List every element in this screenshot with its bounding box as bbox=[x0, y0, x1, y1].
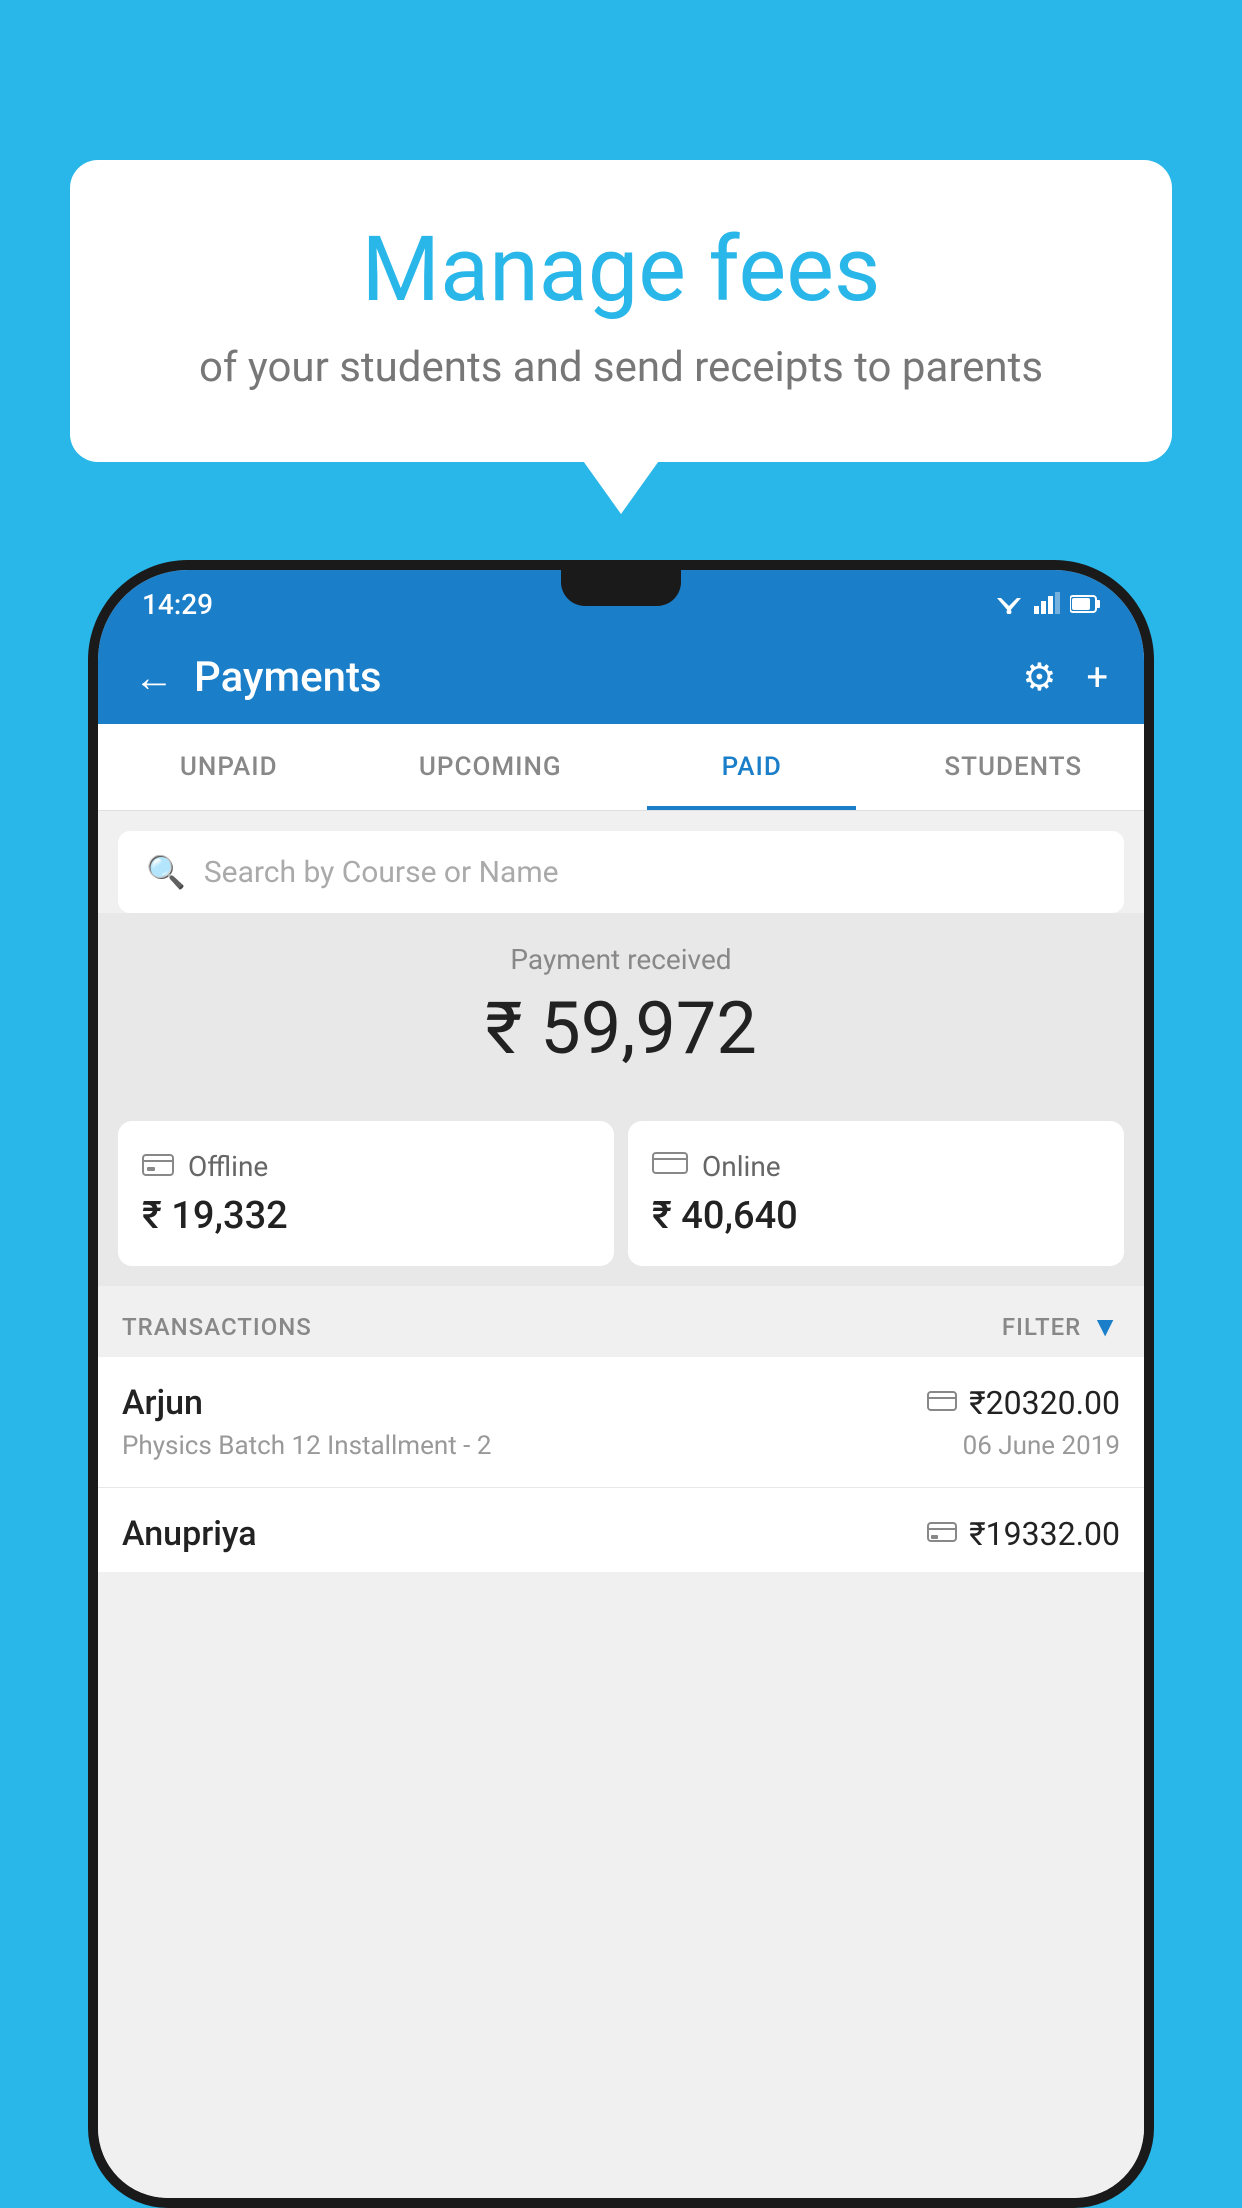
online-amount: ₹ 40,640 bbox=[652, 1194, 1100, 1238]
tab-unpaid[interactable]: UNPAID bbox=[98, 724, 360, 810]
transaction-sub-arjun: Physics Batch 12 Installment - 2 06 June… bbox=[122, 1431, 1120, 1461]
app-bar-actions: ⚙ + bbox=[1022, 655, 1108, 700]
transaction-right-anupriya: ₹19332.00 bbox=[927, 1515, 1120, 1553]
payment-received-label: Payment received bbox=[118, 943, 1124, 976]
offline-card: Offline ₹ 19,332 bbox=[118, 1121, 614, 1266]
online-card: Online ₹ 40,640 bbox=[628, 1121, 1124, 1266]
offline-payment-icon bbox=[927, 1521, 957, 1547]
student-name-anupriya: Anupriya bbox=[122, 1514, 257, 1554]
transaction-amount-anupriya: ₹19332.00 bbox=[969, 1515, 1120, 1553]
transactions-header: TRANSACTIONS FILTER ▼ bbox=[98, 1286, 1144, 1357]
online-card-header: Online bbox=[652, 1149, 1100, 1184]
phone-screen: 14:29 bbox=[98, 570, 1144, 2198]
transaction-right-arjun: ₹20320.00 bbox=[927, 1384, 1120, 1422]
transaction-row-arjun[interactable]: Arjun ₹20320.00 Physics Batch 12 Install… bbox=[98, 1357, 1144, 1488]
search-bar[interactable]: 🔍 Search by Course or Name bbox=[118, 831, 1124, 913]
payment-cards-row: Offline ₹ 19,332 Online ₹ 4 bbox=[98, 1101, 1144, 1286]
filter-label: FILTER bbox=[1002, 1313, 1081, 1341]
battery-icon bbox=[1070, 588, 1100, 621]
phone-frame: 14:29 bbox=[88, 560, 1154, 2208]
offline-icon bbox=[142, 1149, 174, 1184]
transaction-date-arjun: 06 June 2019 bbox=[963, 1431, 1120, 1461]
bubble-subtitle: of your students and send receipts to pa… bbox=[120, 343, 1122, 392]
content-area: 🔍 Search by Course or Name Payment recei… bbox=[98, 811, 1144, 2198]
transactions-label: TRANSACTIONS bbox=[122, 1313, 312, 1341]
transaction-main-arjun: Arjun ₹20320.00 bbox=[122, 1383, 1120, 1423]
tab-students[interactable]: STUDENTS bbox=[883, 724, 1145, 810]
payment-received-amount: ₹ 59,972 bbox=[118, 986, 1124, 1071]
tabs: UNPAID UPCOMING PAID STUDENTS bbox=[98, 724, 1144, 811]
status-icons bbox=[994, 588, 1100, 621]
filter-button[interactable]: FILTER ▼ bbox=[1002, 1310, 1120, 1343]
signal-icon bbox=[1034, 588, 1060, 621]
back-button[interactable]: ← bbox=[134, 654, 174, 701]
notch bbox=[561, 570, 681, 606]
tab-upcoming[interactable]: UPCOMING bbox=[360, 724, 622, 810]
app-bar: ← Payments ⚙ + bbox=[98, 631, 1144, 724]
offline-amount: ₹ 19,332 bbox=[142, 1194, 590, 1238]
settings-icon[interactable]: ⚙ bbox=[1022, 655, 1056, 700]
search-icon: 🔍 bbox=[146, 853, 186, 891]
add-icon[interactable]: + bbox=[1086, 656, 1108, 700]
status-time: 14:29 bbox=[142, 588, 213, 621]
online-payment-icon bbox=[927, 1390, 957, 1416]
online-label: Online bbox=[702, 1150, 781, 1183]
offline-label: Offline bbox=[188, 1150, 268, 1183]
transaction-detail-arjun: Physics Batch 12 Installment - 2 bbox=[122, 1431, 491, 1461]
filter-icon: ▼ bbox=[1091, 1310, 1120, 1343]
bubble-title: Manage fees bbox=[120, 220, 1122, 319]
tab-paid[interactable]: PAID bbox=[621, 724, 883, 810]
offline-card-header: Offline bbox=[142, 1149, 590, 1184]
transaction-amount-arjun: ₹20320.00 bbox=[969, 1384, 1120, 1422]
app-bar-title: Payments bbox=[194, 653, 1022, 702]
search-placeholder: Search by Course or Name bbox=[204, 855, 559, 890]
transaction-row-anupriya[interactable]: Anupriya ₹19332.00 bbox=[98, 1488, 1144, 1572]
transaction-main-anupriya: Anupriya ₹19332.00 bbox=[122, 1514, 1120, 1554]
student-name-arjun: Arjun bbox=[122, 1383, 203, 1423]
speech-bubble: Manage fees of your students and send re… bbox=[70, 160, 1172, 462]
payment-received-section: Payment received ₹ 59,972 bbox=[98, 913, 1144, 1101]
wifi-icon bbox=[994, 588, 1024, 621]
online-icon bbox=[652, 1149, 688, 1184]
